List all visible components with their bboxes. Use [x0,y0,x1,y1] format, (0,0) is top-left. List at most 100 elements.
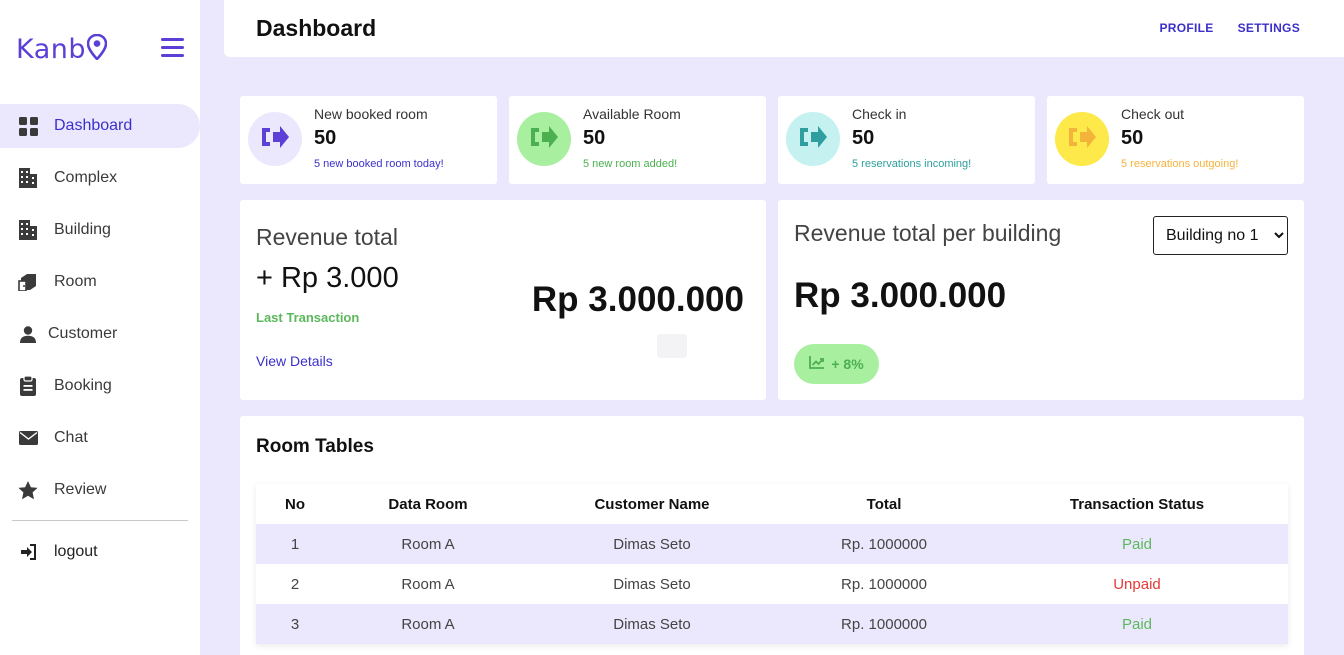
stat-label: New booked room [314,106,428,122]
sidebar: Kanb Dashboard Complex Building Room Cus… [0,0,200,655]
stat-circle [1055,112,1109,166]
stat-label: Available Room [583,106,681,122]
column-header: Transaction Status [986,484,1288,524]
clipboard-icon [18,376,38,396]
chart-line-up-icon [809,356,825,372]
trend-badge: + 8% [794,344,879,384]
stat-card-check-out: Check out 50 5 reservations outgoing! [1047,96,1304,184]
stat-subtext: 5 new room added! [583,158,678,170]
building-select[interactable]: Building no 1 [1153,216,1288,255]
view-details-link[interactable]: View Details [256,353,333,369]
stat-circle [248,112,302,166]
cell-total: Rp. 1000000 [782,604,986,644]
sidebar-item-customer[interactable]: Customer [0,312,200,356]
sidebar-item-label: Room [54,273,97,290]
grid-icon [18,116,38,136]
stat-circle [517,112,571,166]
settings-link[interactable]: SETTINGS [1238,21,1300,35]
column-header: Customer Name [522,484,782,524]
cell-no: 1 [256,524,334,564]
room-tables-card: Room Tables No Data Room Customer Name T… [240,416,1304,655]
column-header: Data Room [334,484,522,524]
placeholder-box [657,334,687,358]
top-header: Dashboard PROFILE SETTINGS [224,0,1344,57]
sidebar-item-label: Booking [54,377,112,394]
cell-total: Rp. 1000000 [782,564,986,604]
cell-no: 3 [256,604,334,644]
last-transaction-label: Last Transaction [256,310,360,325]
cell-customer: Dimas Seto [522,564,782,604]
logout-icon [18,542,38,562]
cell-no: 2 [256,564,334,604]
table-row[interactable]: 1 Room A Dimas Seto Rp. 1000000 Paid [256,524,1288,564]
cell-customer: Dimas Seto [522,524,782,564]
cell-status: Paid [986,524,1288,564]
sidebar-item-label: Complex [54,169,118,186]
sidebar-item-dashboard[interactable]: Dashboard [0,104,200,148]
revenue-building-amount: Rp 3.000.000 [794,276,1007,315]
arrow-right-from-bracket-icon [529,124,559,155]
revenue-title: Revenue total [256,224,398,250]
logout-button[interactable]: logout [0,530,200,574]
envelope-icon [18,428,38,448]
menu-toggle-button[interactable] [161,38,184,58]
table-row[interactable]: 2 Room A Dimas Seto Rp. 1000000 Unpaid [256,564,1288,604]
hamburger-icon [161,38,184,41]
stat-value: 50 [852,127,875,149]
sidebar-nav: Dashboard Complex Building Room Customer [0,104,200,520]
cell-room: Room A [334,524,522,564]
stat-circle [786,112,840,166]
column-header: Total [782,484,986,524]
stat-card-new-booked: New booked room 50 5 new booked room tod… [240,96,497,184]
stat-label: Check in [852,106,907,122]
table-row[interactable]: 3 Room A Dimas Seto Rp. 1000000 Paid [256,604,1288,644]
sidebar-item-label: Review [54,481,107,498]
location-pin-icon [86,33,108,67]
header-links: PROFILE SETTINGS [1159,21,1300,35]
user-icon [18,324,38,344]
building-icon [18,168,38,188]
cell-customer: Dimas Seto [522,604,782,644]
revenue-change: + Rp 3.000 [256,262,399,294]
stat-value: 50 [314,127,337,149]
revenue-building-title: Revenue total per building [794,220,1062,246]
revenue-building-card: Revenue total per building Building no 1… [778,200,1304,400]
trend-value: + 8% [831,356,864,372]
star-icon [18,480,38,500]
sidebar-item-room[interactable]: Room [0,260,200,304]
brand-name: Kanb [16,34,87,65]
stat-value: 50 [583,127,606,149]
arrow-right-from-bracket-icon [260,124,290,155]
profile-link[interactable]: PROFILE [1159,21,1213,35]
column-header: No [256,484,334,524]
sidebar-item-chat[interactable]: Chat [0,416,200,460]
room-tables-title: Room Tables [256,436,374,457]
arrow-right-from-bracket-icon [798,124,828,155]
logout-label: logout [54,543,98,560]
sidebar-item-label: Customer [48,325,118,342]
arrow-right-from-bracket-icon [1067,124,1097,155]
cell-room: Room A [334,604,522,644]
cell-total: Rp. 1000000 [782,524,986,564]
revenue-total-card: Revenue total + Rp 3.000 Last Transactio… [240,200,766,400]
building-icon [18,220,38,240]
table-header-row: No Data Room Customer Name Total Transac… [256,484,1288,524]
sidebar-item-review[interactable]: Review [0,468,200,512]
revenue-amount: Rp 3.000.000 [531,280,744,319]
sidebar-item-complex[interactable]: Complex [0,156,200,200]
sidebar-item-booking[interactable]: Booking [0,364,200,408]
brand-logo[interactable]: Kanb [16,32,108,67]
door-icon [18,272,38,292]
sidebar-item-label: Dashboard [54,117,133,134]
page-title: Dashboard [256,15,377,41]
stat-label: Check out [1121,106,1185,122]
stat-value: 50 [1121,127,1144,149]
stat-subtext: 5 reservations outgoing! [1121,158,1239,170]
stat-subtext: 5 reservations incoming! [852,158,972,170]
stat-subtext: 5 new booked room today! [314,158,444,170]
sidebar-divider [12,520,188,521]
cell-room: Room A [334,564,522,604]
stat-card-available-room: Available Room 50 5 new room added! [509,96,766,184]
sidebar-item-building[interactable]: Building [0,208,200,252]
stat-card-check-in: Check in 50 5 reservations incoming! [778,96,1035,184]
